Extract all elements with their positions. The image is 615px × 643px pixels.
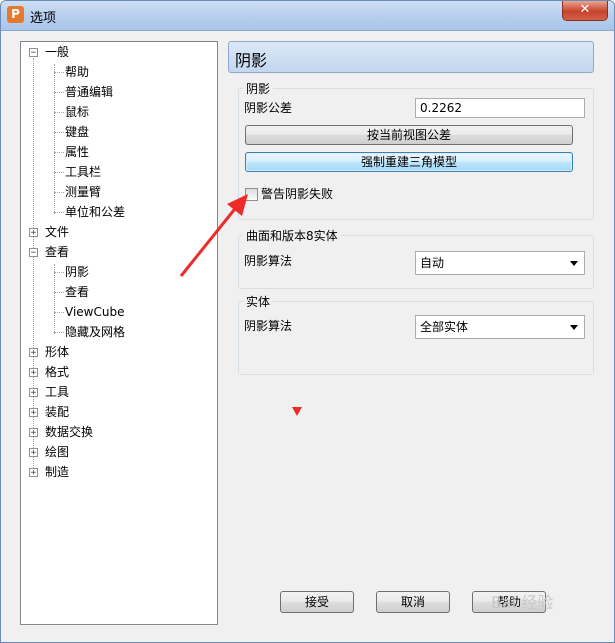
tree-item-label: 数据交换 (45, 425, 94, 439)
dialog-body: − 一般 帮助 普通编辑 鼠标 键盘 属性 工具栏 测量臂 单位和公差 + 文件… (1, 31, 614, 642)
title-bar[interactable]: P 选项 ✕ (1, 1, 614, 31)
tree-connector (54, 292, 64, 293)
tree-item-properties[interactable]: 属性 (21, 142, 211, 162)
tree-item-help[interactable]: 帮助 (21, 62, 211, 82)
collapse-icon[interactable]: − (29, 48, 38, 58)
tree-item-label: ViewCube (65, 305, 125, 319)
annotation-arrow-shaft (179, 204, 240, 277)
expand-icon[interactable]: + (29, 368, 38, 378)
tree-item-viewcube[interactable]: ViewCube (21, 302, 211, 322)
chevron-down-icon[interactable] (570, 261, 578, 266)
tree-item-label: 鼠标 (65, 105, 90, 119)
window-title: 选项 (30, 11, 57, 26)
tree-connector (54, 132, 64, 133)
tree-item-label: 制造 (45, 465, 70, 479)
accept-button[interactable]: 接受 (280, 591, 354, 613)
tree-item-format[interactable]: + 格式 (21, 362, 211, 382)
tree-item-mouse[interactable]: 鼠标 (21, 102, 211, 122)
solid-algorithm-value: 全部实体 (420, 320, 469, 334)
tree-connector (54, 272, 64, 273)
watermark: Bai 经验 (491, 593, 554, 612)
expand-icon[interactable]: + (29, 468, 38, 478)
solid-group-title: 实体 (243, 295, 274, 309)
tree-item-label: 隐藏及网格 (65, 325, 126, 339)
tree-connector (54, 312, 64, 313)
close-button[interactable]: ✕ (562, 1, 608, 21)
options-dialog: P 选项 ✕ − 一般 帮助 普通编辑 鼠标 键盘 属性 工具栏 测量臂 单位和… (0, 0, 615, 643)
tree-item-label: 工具栏 (65, 165, 102, 179)
tree-item-general[interactable]: − 一般 (21, 42, 211, 62)
solid-algorithm-select[interactable]: 全部实体 (415, 315, 585, 339)
shading-group-title: 阴影 (243, 82, 274, 96)
tree-item-label: 属性 (65, 145, 90, 159)
tree-item-label: 文件 (45, 225, 70, 239)
surface-v8-group-title: 曲面和版本8实体 (243, 229, 341, 243)
tree-item-label: 普通编辑 (65, 85, 114, 99)
tree-item-label: 单位和公差 (65, 205, 126, 219)
tree-item-label: 装配 (45, 405, 70, 419)
expand-icon[interactable]: + (29, 388, 38, 398)
tree-connector (54, 92, 64, 93)
collapse-icon[interactable]: − (29, 248, 38, 258)
tree-item-label: 查看 (65, 285, 90, 299)
surface-v8-group: 曲面和版本8实体 阴影算法 自动 (238, 229, 594, 289)
tree-item-label: 键盘 (65, 125, 90, 139)
tree-connector (54, 112, 64, 113)
panel-title: 阴影 (235, 51, 268, 70)
cancel-button[interactable]: 取消 (376, 591, 450, 613)
tree-connector (54, 72, 64, 73)
tree-item-toolbar[interactable]: 工具栏 (21, 162, 211, 182)
tree-item-shape[interactable]: + 形体 (21, 342, 211, 362)
current-view-tolerance-button[interactable]: 按当前视图公差 (245, 125, 573, 145)
tree-connector (54, 332, 64, 333)
expand-icon[interactable]: + (29, 408, 38, 418)
tree-item-label: 阴影 (65, 265, 90, 279)
tree-item-label: 查看 (45, 245, 70, 259)
tree-item-tools[interactable]: + 工具 (21, 382, 211, 402)
shading-group: 阴影 阴影公差 0.2262 按当前视图公差 强制重建三角模型 警告阴影失败 (238, 82, 594, 220)
solid-algorithm-label: 阴影算法 (244, 319, 293, 333)
annotation-marker-icon (292, 407, 302, 416)
tree-item-hide-grid[interactable]: 隐藏及网格 (21, 322, 211, 342)
tree-item-data-exchange[interactable]: + 数据交换 (21, 422, 211, 442)
force-rebuild-mesh-button[interactable]: 强制重建三角模型 (245, 152, 573, 172)
tree-item-label: 工具 (45, 385, 70, 399)
tree-item-label: 帮助 (65, 65, 90, 79)
surface-algorithm-value: 自动 (420, 256, 445, 270)
options-tree[interactable]: − 一般 帮助 普通编辑 鼠标 键盘 属性 工具栏 测量臂 单位和公差 + 文件… (20, 41, 218, 625)
app-logo-icon: P (7, 6, 24, 23)
solid-group: 实体 阴影算法 全部实体 (238, 295, 594, 375)
tree-connector (54, 192, 64, 193)
tree-item-manufacturing[interactable]: + 制造 (21, 462, 211, 482)
expand-icon[interactable]: + (29, 348, 38, 358)
expand-icon[interactable]: + (29, 448, 38, 458)
shading-tolerance-input[interactable]: 0.2262 (415, 98, 585, 118)
tree-item-label: 形体 (45, 345, 70, 359)
tree-item-label: 一般 (45, 45, 70, 59)
annotation-arrow-icon (179, 194, 248, 277)
tree-item-label: 格式 (45, 365, 70, 379)
tree-item-drawing[interactable]: + 绘图 (21, 442, 211, 462)
shading-tolerance-label: 阴影公差 (244, 101, 293, 115)
expand-icon[interactable]: + (29, 428, 38, 438)
tree-item-keyboard[interactable]: 键盘 (21, 122, 211, 142)
tree-item-assembly[interactable]: + 装配 (21, 402, 211, 422)
tree-item-label: 测量臂 (65, 185, 102, 199)
panel-header: 阴影 (228, 41, 594, 73)
tree-connector (54, 152, 64, 153)
warn-shading-fail-label[interactable]: 警告阴影失败 (261, 186, 333, 202)
tree-item-label: 绘图 (45, 445, 70, 459)
tree-connector (54, 172, 64, 173)
tree-connector (54, 212, 64, 213)
tree-item-general-edit[interactable]: 普通编辑 (21, 82, 211, 102)
expand-icon[interactable]: + (29, 228, 38, 238)
chevron-down-icon[interactable] (570, 325, 578, 330)
surface-algorithm-select[interactable]: 自动 (415, 251, 585, 275)
